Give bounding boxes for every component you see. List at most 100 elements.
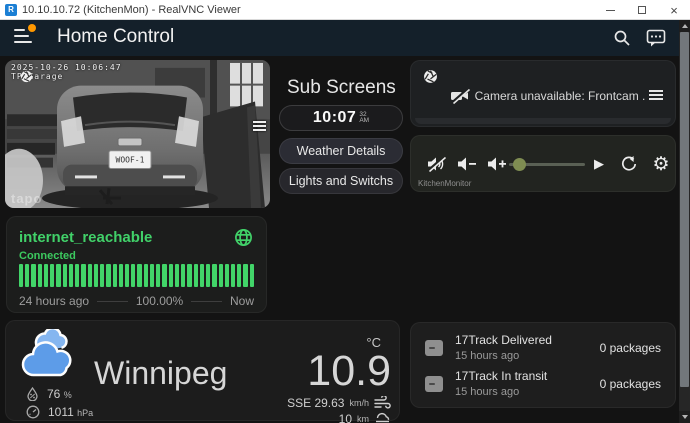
- divider: [97, 301, 128, 302]
- slider-track: [509, 163, 585, 166]
- minimize-button[interactable]: [594, 0, 626, 20]
- history-footer: 24 hours ago 100.00% Now: [19, 294, 254, 308]
- history-bar: [181, 264, 185, 287]
- os-titlebar: R 10.10.10.72 (KitchenMon) - RealVNC Vie…: [0, 0, 690, 20]
- weather-city: Winnipeg: [94, 355, 227, 392]
- history-bar: [144, 264, 148, 287]
- history-bar: [88, 264, 92, 287]
- history-bar: [187, 264, 191, 287]
- cloudy-weather-icon: [20, 329, 84, 383]
- history-bar: [231, 264, 235, 287]
- tapo-watermark: tapo: [11, 191, 42, 206]
- fog-visibility-icon: [374, 412, 391, 423]
- history-bar: [75, 264, 79, 287]
- connectivity-status: Connected: [19, 250, 76, 262]
- internet-reachable-card[interactable]: internet_reachable Connected 24 hours ag…: [6, 216, 267, 313]
- refresh-button[interactable]: [617, 153, 641, 175]
- package-icon: [425, 376, 443, 392]
- history-bar: [94, 264, 98, 287]
- track-row-in-transit[interactable]: 17Track In transit 15 hours ago 0 packag…: [425, 368, 661, 400]
- time-hours-minutes: 10:07: [313, 109, 356, 127]
- volume-slider[interactable]: [509, 153, 585, 175]
- chat-bubble-icon: [646, 29, 666, 47]
- maximize-icon: [638, 6, 646, 14]
- history-bar: [219, 264, 223, 287]
- card-menu-icon[interactable]: [649, 90, 663, 102]
- uptime-percent: 100.00%: [136, 294, 183, 308]
- history-bar: [162, 264, 166, 287]
- humidity-icon: [26, 387, 39, 401]
- pressure-gauge-icon: [26, 405, 40, 419]
- kitchen-monitor-media-card: ▶ ⚙ KitchenMonitor: [410, 135, 676, 192]
- history-bar: [106, 264, 110, 287]
- history-bar: [56, 264, 60, 287]
- connectivity-history: [19, 264, 254, 287]
- page-title: Home Control: [57, 26, 174, 48]
- weather-details-button[interactable]: Weather Details: [279, 138, 403, 164]
- sub-screens-title: Sub Screens: [287, 77, 396, 99]
- play-icon: ▶: [594, 156, 604, 172]
- time-display[interactable]: 10:07 32 AM: [279, 105, 403, 131]
- partial-card-edge: [415, 118, 671, 124]
- play-button[interactable]: ▶: [589, 153, 609, 175]
- history-bar: [131, 264, 135, 287]
- volume-off-icon: [426, 155, 446, 173]
- divider: [191, 301, 222, 302]
- frontcam-unavailable-card: Camera unavailable: Frontcam .: [410, 60, 676, 127]
- settings-button[interactable]: ⚙: [649, 153, 673, 175]
- media-device-label: KitchenMonitor: [418, 179, 471, 188]
- history-bar: [119, 264, 123, 287]
- history-bar: [250, 264, 254, 287]
- realvnc-logo-icon: R: [5, 4, 17, 16]
- visibility-unit: km: [357, 414, 369, 423]
- entity-title: internet_reachable: [19, 229, 152, 246]
- track-row-delivered[interactable]: 17Track Delivered 15 hours ago 0 package…: [425, 332, 661, 364]
- volume-up-button[interactable]: [485, 153, 509, 175]
- history-bar: [237, 264, 241, 287]
- arrow-up-icon: [682, 24, 688, 28]
- temperature-value: 10.9: [287, 350, 391, 394]
- pressure-value: 1011: [48, 405, 74, 419]
- package-count: 0 packages: [600, 377, 661, 391]
- arrow-down-icon: [682, 415, 688, 419]
- camera-iris-icon: [20, 70, 33, 83]
- garage-camera-feed: WOOF-1: [5, 60, 270, 208]
- video-off-icon: [449, 86, 471, 106]
- history-end-label: Now: [230, 294, 254, 308]
- history-bar: [113, 264, 117, 287]
- history-bar: [169, 264, 173, 287]
- scroll-down-button[interactable]: [679, 411, 690, 423]
- slider-knob[interactable]: [513, 158, 526, 171]
- sidebar-menu-button[interactable]: [14, 27, 38, 47]
- history-start-label: 24 hours ago: [19, 294, 89, 308]
- license-plate-text: WOOF-1: [116, 156, 145, 165]
- volume-plus-icon: [487, 156, 507, 172]
- garage-camera-card[interactable]: WOOF-1 2025-10-26 10:06:47 TP Garage tap…: [5, 60, 270, 208]
- weather-card[interactable]: Winnipeg °C 10.9 SSE 29.63 km/h 10 km: [5, 320, 400, 421]
- history-bar: [194, 264, 198, 287]
- history-bar: [44, 264, 48, 287]
- search-button[interactable]: [610, 27, 634, 49]
- history-bar: [125, 264, 129, 287]
- scrollbar-thumb[interactable]: [680, 32, 689, 387]
- vertical-scrollbar[interactable]: [679, 20, 690, 423]
- maximize-button[interactable]: [626, 0, 658, 20]
- scroll-up-button[interactable]: [679, 20, 690, 32]
- notification-badge: [28, 24, 36, 32]
- assist-chat-button[interactable]: [644, 27, 668, 49]
- humidity-value: 76: [47, 387, 60, 401]
- mute-button[interactable]: [425, 153, 447, 175]
- volume-down-button[interactable]: [455, 153, 479, 175]
- history-bar: [156, 264, 160, 287]
- search-icon: [613, 29, 631, 47]
- close-icon: ×: [670, 4, 678, 17]
- history-bar: [243, 264, 247, 287]
- lights-and-switches-button[interactable]: Lights and Switchs: [279, 168, 403, 194]
- history-bar: [19, 264, 23, 287]
- history-bar: [25, 264, 29, 287]
- camera-card-menu-icon[interactable]: [253, 121, 267, 133]
- close-button[interactable]: ×: [658, 0, 690, 20]
- history-bar: [31, 264, 35, 287]
- history-bar: [200, 264, 204, 287]
- globe-icon: [234, 228, 253, 247]
